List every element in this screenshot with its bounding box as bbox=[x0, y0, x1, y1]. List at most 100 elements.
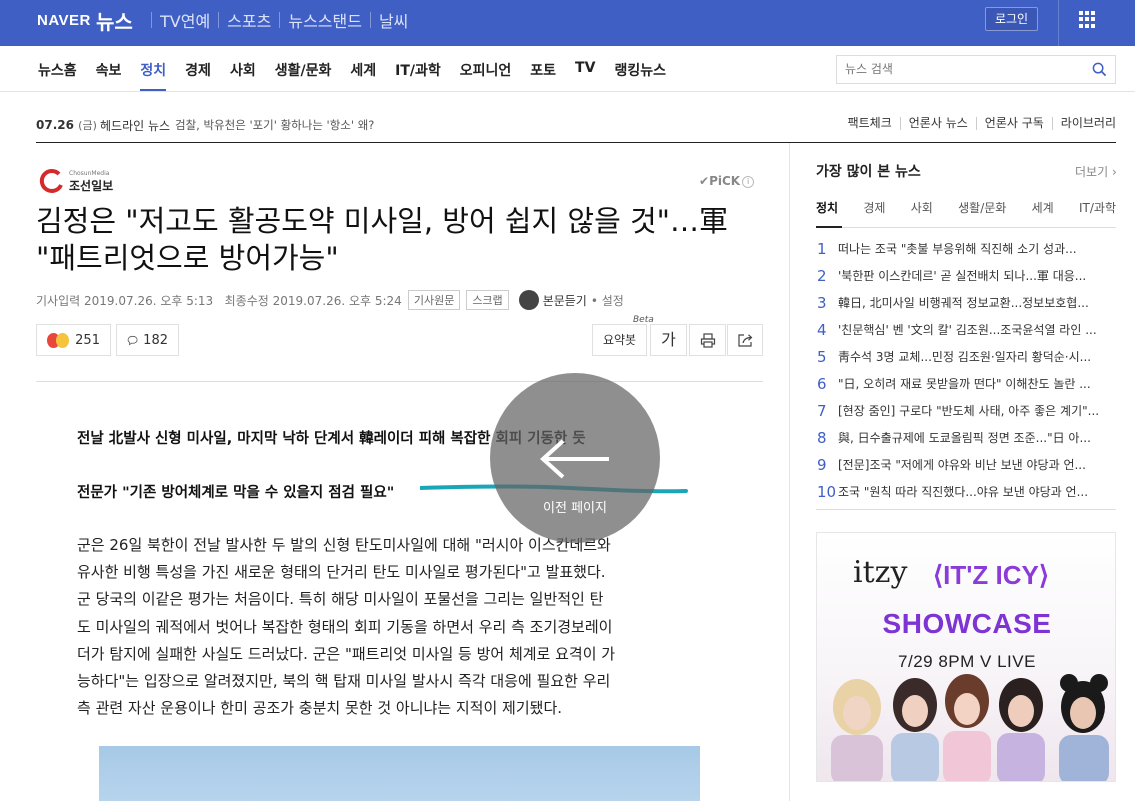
back-navigation-overlay[interactable]: 이전 페이지 bbox=[490, 373, 660, 543]
ad-title: SHOWCASE bbox=[882, 608, 1052, 639]
factcheck-link[interactable]: 팩트체크 bbox=[840, 117, 900, 130]
share-button[interactable] bbox=[727, 324, 763, 356]
ad-group-photo bbox=[831, 674, 1109, 781]
info-icon[interactable]: i bbox=[742, 176, 755, 188]
article-subtitle-2: 전문가 "기존 방어체계로 막을 수 있을지 점검 필요" bbox=[77, 485, 395, 501]
category-tab-opinion[interactable]: 오피니언 bbox=[460, 60, 512, 91]
category-nav: 뉴스홈 속보 정치 경제 사회 생활/문화 세계 IT/과학 오피니언 포토 T… bbox=[0, 46, 1135, 92]
ranking-tab-world[interactable]: 세계 bbox=[1032, 199, 1054, 216]
search-input[interactable] bbox=[845, 62, 1085, 76]
reaction-count: 251 bbox=[75, 332, 100, 348]
chosun-logo-icon bbox=[39, 168, 63, 193]
scrap-button[interactable]: 스크랩 bbox=[466, 290, 509, 310]
search-box bbox=[836, 55, 1116, 84]
advertisement-banner[interactable]: itzy ⟨IT'Z ICY⟩ SHOWCASE 7/29 8PM V LIVE bbox=[816, 532, 1116, 782]
headline-bar: 07.26 (금) 헤드라인 뉴스 검찰, 박유천은 '포기' 황하나는 '항소… bbox=[36, 117, 1116, 143]
ranking-tab-it[interactable]: IT/과학 bbox=[1079, 199, 1116, 216]
service-link-tv[interactable]: TV연예 bbox=[160, 8, 210, 32]
ranking-tab-society[interactable]: 사회 bbox=[911, 199, 933, 216]
headline-label[interactable]: 헤드라인 뉴스 bbox=[100, 117, 170, 134]
naver-logo[interactable]: NAVER bbox=[37, 12, 91, 29]
app-menu-icon[interactable] bbox=[1079, 11, 1096, 28]
category-tab-world[interactable]: 세계 bbox=[350, 60, 376, 91]
listen-settings-link[interactable]: • 설정 bbox=[591, 292, 624, 309]
reaction-button[interactable]: 251 bbox=[36, 324, 111, 356]
category-tab-photo[interactable]: 포토 bbox=[530, 60, 556, 91]
article-photo[interactable] bbox=[99, 746, 700, 801]
ranking-item[interactable]: 8 與, 日수출규제에 도쿄올림픽 정면 조준..."日 아... bbox=[816, 424, 1116, 451]
divider bbox=[36, 381, 763, 382]
font-size-button[interactable]: 가 bbox=[650, 324, 687, 356]
search-icon[interactable] bbox=[1092, 62, 1107, 77]
category-tab-home[interactable]: 뉴스홈 bbox=[38, 60, 77, 91]
body-line: 군은 26일 북한이 전날 발사한 두 발의 신형 탄도미사일에 대해 "러시아… bbox=[77, 536, 611, 554]
category-tab-politics[interactable]: 정치 bbox=[140, 60, 166, 91]
back-label: 이전 페이지 bbox=[543, 501, 607, 516]
article-body: 군은 26일 북한이 전날 발사한 두 발의 신형 탄도미사일에 대해 "러시아… bbox=[77, 532, 727, 722]
ranking-tab-economy[interactable]: 경제 bbox=[863, 199, 885, 216]
ad-brand: itzy bbox=[853, 555, 908, 590]
ranking-item[interactable]: 9 [전문]조국 "저에게 야유와 비난 보낸 야당과 언... bbox=[816, 451, 1116, 478]
library-link[interactable]: 라이브러리 bbox=[1051, 117, 1116, 130]
category-tab-life[interactable]: 생활/문화 bbox=[275, 60, 332, 91]
divider bbox=[151, 12, 152, 28]
listen-button[interactable]: 본문듣기 bbox=[518, 290, 587, 310]
ranking-tabs: 정치 경제 사회 생활/문화 세계 IT/과학 bbox=[816, 199, 1116, 216]
ranking-item[interactable]: 7 [현장 줌인] 구로다 "반도체 사태, 아주 좋은 계기"... bbox=[816, 397, 1116, 424]
print-icon bbox=[700, 333, 715, 348]
press-subscribe-link[interactable]: 언론사 구독 bbox=[975, 117, 1052, 130]
ranking-list: 1 떠나는 조국 "촛불 부응위해 직진해 소기 성과... 2 '북한판 이스칸데… bbox=[816, 235, 1116, 505]
body-line: 유사한 비행 특성을 가진 새로운 형태의 단거리 탄도 미사일로 평가된다"고… bbox=[77, 563, 606, 582]
service-link-weather[interactable]: 날씨 bbox=[379, 8, 408, 32]
login-button[interactable]: 로그인 bbox=[985, 7, 1038, 31]
comment-button[interactable]: 182 bbox=[116, 324, 179, 356]
headline-date: 07.26 (금) bbox=[36, 118, 97, 132]
ranking-item[interactable]: 2 '북한판 이스칸데르' 곧 실전배치 되나...軍 대응... bbox=[816, 262, 1116, 289]
ranking-item[interactable]: 5 靑수석 3명 교체...민정 김조원·일자리 황덕순·시... bbox=[816, 343, 1116, 370]
divider bbox=[218, 12, 220, 28]
pick-badge[interactable]: ✔PiCK i bbox=[699, 174, 755, 188]
category-tab-ranking[interactable]: 랭킹뉴스 bbox=[614, 60, 666, 91]
ranking-tab-life[interactable]: 생활/문화 bbox=[958, 199, 1006, 216]
comment-count: 182 bbox=[143, 332, 168, 348]
divider bbox=[816, 226, 1116, 228]
active-tab-indicator bbox=[816, 226, 842, 228]
news-logo[interactable]: 뉴스 bbox=[96, 6, 133, 35]
category-tab-breaking[interactable]: 속보 bbox=[96, 60, 122, 91]
column-divider bbox=[789, 143, 790, 801]
body-line: 더가 탐지에 실패한 사실도 드러났다. 군은 "패트리엇 미사일 등 방어 체… bbox=[77, 644, 616, 663]
original-article-button[interactable]: 기사원문 bbox=[407, 290, 461, 310]
press-name: 조선일보 bbox=[69, 179, 114, 193]
summary-bot-button[interactable]: 요약봇 Beta bbox=[592, 315, 654, 356]
headline-links: 팩트체크 언론사 뉴스 언론사 구독 라이브러리 bbox=[840, 117, 1116, 130]
press-logo[interactable]: ChosunMedia 조선일보 bbox=[37, 167, 121, 195]
ranking-more-link[interactable]: 더보기 › bbox=[1075, 163, 1117, 180]
top-bar: NAVER 뉴스 TV연예 스포츠 뉴스스탠드 날씨 로그인 bbox=[0, 0, 1135, 46]
service-link-newsstand[interactable]: 뉴스스탠드 bbox=[288, 8, 362, 32]
article-meta: 기사입력 2019.07.26. 오후 5:13 최종수정 2019.07.26… bbox=[36, 290, 624, 310]
category-tab-it[interactable]: IT/과학 bbox=[395, 60, 441, 91]
print-button[interactable] bbox=[689, 324, 726, 356]
press-news-link[interactable]: 언론사 뉴스 bbox=[899, 117, 976, 130]
ad-date: 7/29 8PM V LIVE bbox=[898, 652, 1036, 671]
ranking-item[interactable]: 1 떠나는 조국 "촛불 부응위해 직진해 소기 성과... bbox=[816, 235, 1116, 262]
ranking-tab-politics[interactable]: 정치 bbox=[816, 199, 838, 216]
divider bbox=[816, 509, 1116, 510]
divider bbox=[279, 12, 281, 28]
ranking-item[interactable]: 4 '친문핵심' 벤 '文의 칼' 김조원...조국윤석열 라인 ... bbox=[816, 316, 1116, 343]
body-line: 측 관련 자산 운용이나 한미 공조가 충분치 못한 것 아니냐는 지적이 제기… bbox=[77, 699, 563, 718]
category-tab-tv[interactable]: TV bbox=[575, 60, 595, 91]
body-line: 능하다"는 입장으로 알려졌지만, 북의 핵 탑재 미사일 발사시 즉각 대응에… bbox=[77, 672, 611, 691]
ranking-item[interactable]: 6 "日, 오히려 재료 못받을까 떤다" 이해찬도 놀란 ... bbox=[816, 370, 1116, 397]
ranking-item[interactable]: 10 조국 "원칙 따라 직진했다...야유 보낸 야당과 언... bbox=[816, 478, 1116, 505]
ranking-item[interactable]: 3 韓日, 北미사일 비행궤적 정보교환...정보보호협... bbox=[816, 289, 1116, 316]
divider bbox=[369, 12, 371, 28]
ranking-title: 가장 많이 본 뉴스 bbox=[816, 164, 921, 180]
share-icon bbox=[737, 334, 752, 347]
body-line: 도 미사일의 궤적에서 벗어나 복잡한 형태의 회피 기동을 하면서 우리 측 … bbox=[77, 617, 613, 636]
service-link-sports[interactable]: 스포츠 bbox=[227, 8, 271, 32]
back-arrow-icon bbox=[540, 439, 609, 479]
category-tab-society[interactable]: 사회 bbox=[230, 60, 256, 91]
headline-text[interactable]: 검찰, 박유천은 '포기' 황하나는 '항소' 왜? bbox=[175, 117, 374, 133]
category-tab-economy[interactable]: 경제 bbox=[185, 60, 211, 91]
